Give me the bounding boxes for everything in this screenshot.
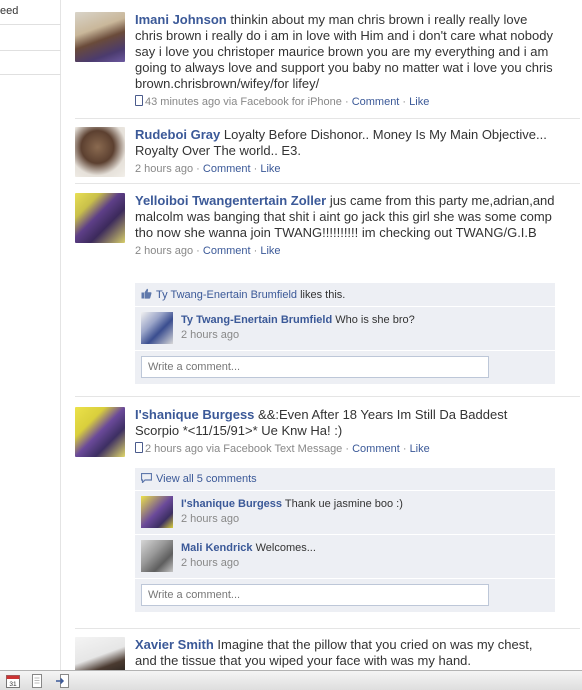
commenter-name[interactable]: I'shanique Burgess — [181, 498, 282, 510]
comment-link[interactable]: Comment — [352, 96, 400, 108]
comment-text: Who is she bro? — [335, 314, 415, 326]
avatar[interactable] — [141, 540, 173, 572]
comment: Ty Twang-Enertain Brumfield Who is she b… — [135, 307, 555, 351]
sidebar-divider — [0, 24, 61, 25]
comment: Mali Kendrick Welcomes... 2 hours ago — [135, 535, 555, 579]
comment-timestamp[interactable]: 2 hours ago — [181, 513, 239, 525]
avatar[interactable] — [141, 496, 173, 528]
like-link[interactable]: Like — [260, 245, 280, 257]
story-divider — [75, 183, 580, 184]
actor-name[interactable]: I'shanique Burgess — [135, 407, 254, 422]
story-divider — [75, 396, 580, 397]
sidebar-divider — [0, 50, 61, 51]
page-icon[interactable] — [30, 674, 44, 688]
like-link[interactable]: Like — [409, 96, 429, 108]
likes-suffix: likes this. — [300, 289, 346, 301]
like-link[interactable]: Like — [260, 163, 280, 175]
comment-input[interactable]: Write a comment... — [141, 584, 489, 606]
timestamp[interactable]: 43 minutes ago via Facebook for iPhone — [145, 96, 342, 108]
comment-input-row: Write a comment... — [135, 351, 555, 385]
thumbs-up-icon — [141, 288, 152, 299]
like-link[interactable]: Like — [410, 443, 430, 455]
avatar[interactable] — [75, 193, 125, 243]
likes-row: Ty Twang-Enertain Brumfield likes this. — [135, 283, 555, 307]
actor-name[interactable]: Rudeboi Gray — [135, 127, 220, 142]
avatar[interactable] — [141, 312, 173, 344]
phone-icon — [135, 442, 143, 453]
left-sidebar: eed — [0, 0, 61, 670]
comment-input-row: Write a comment... — [135, 579, 555, 613]
story-divider — [75, 118, 580, 119]
sidebar-item-label[interactable]: eed — [0, 5, 18, 17]
avatar[interactable] — [75, 12, 125, 62]
sidebar-divider — [0, 74, 61, 75]
exit-icon[interactable] — [55, 674, 69, 688]
comment-link[interactable]: Comment — [352, 443, 400, 455]
comment-link[interactable]: Comment — [203, 245, 251, 257]
timestamp[interactable]: 2 hours ago via Facebook Text Message — [145, 443, 342, 455]
comment-text: Thank ue jasmine boo :) — [284, 498, 403, 510]
actor-name[interactable]: Imani Johnson — [135, 12, 227, 27]
comment-link[interactable]: Comment — [203, 163, 251, 175]
comment: I'shanique Burgess Thank ue jasmine boo … — [135, 491, 555, 535]
news-feed: Imani Johnson thinkin about my man chris… — [61, 0, 582, 670]
actor-name[interactable]: Yelloiboi Twangentertain Zoller — [135, 193, 326, 208]
commenter-name[interactable]: Mali Kendrick — [181, 542, 253, 554]
timestamp[interactable]: 2 hours ago — [135, 163, 193, 175]
comment-input[interactable]: Write a comment... — [141, 356, 489, 378]
phone-icon — [135, 95, 143, 106]
comment-section: Ty Twang-Enertain Brumfield likes this. … — [135, 283, 555, 385]
comment-section: View all 5 comments I'shanique Burgess T… — [135, 468, 555, 613]
story-divider — [75, 628, 580, 629]
actor-name[interactable]: Xavier Smith — [135, 637, 214, 652]
view-all-comments-row[interactable]: View all 5 comments — [135, 468, 555, 491]
story-meta: 2 hours ago · Comment · Like — [135, 245, 281, 257]
calendar-day: 31 — [9, 681, 17, 688]
avatar[interactable] — [75, 637, 125, 670]
bottom-toolbar: 31 — [0, 670, 582, 690]
comment-text: Welcomes... — [255, 542, 316, 554]
avatar[interactable] — [75, 407, 125, 457]
story-meta: 2 hours ago via Facebook Text Message · … — [135, 442, 555, 456]
commenter-name[interactable]: Ty Twang-Enertain Brumfield — [181, 314, 332, 326]
story-meta: 43 minutes ago via Facebook for iPhone ·… — [135, 95, 555, 109]
comments-icon — [141, 473, 152, 483]
calendar-icon[interactable]: 31 — [6, 674, 20, 688]
view-all-comments-link[interactable]: View all 5 comments — [156, 473, 257, 485]
liker-name[interactable]: Ty Twang-Enertain Brumfield — [156, 289, 297, 301]
comment-timestamp[interactable]: 2 hours ago — [181, 557, 239, 569]
timestamp[interactable]: 2 hours ago — [135, 245, 193, 257]
comment-timestamp[interactable]: 2 hours ago — [181, 329, 239, 341]
story-meta: 2 hours ago · Comment · Like — [135, 163, 281, 175]
avatar[interactable] — [75, 127, 125, 177]
